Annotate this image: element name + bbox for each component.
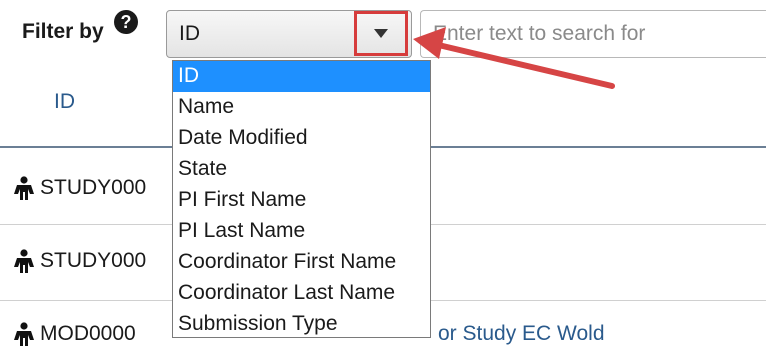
dropdown-option[interactable]: Coordinator Last Name (173, 278, 430, 309)
caret-down-icon (374, 29, 388, 38)
dropdown-toggle-button[interactable] (354, 11, 408, 56)
dropdown-option[interactable]: Coordinator First Name (173, 247, 430, 278)
dropdown-option[interactable]: Submission Type (173, 309, 430, 337)
dropdown-option[interactable]: ID (173, 61, 430, 92)
dropdown-option[interactable]: Name (173, 92, 430, 123)
help-icon[interactable]: ? (114, 10, 138, 34)
row-id: STUDY000 (40, 249, 147, 272)
filter-select-value: ID (179, 22, 200, 45)
table-row[interactable]: MOD0000 (14, 322, 136, 346)
dropdown-option[interactable]: PI Last Name (173, 216, 430, 247)
filter-by-label: Filter by (22, 20, 104, 43)
filter-options-list[interactable]: ID Name Date Modified State PI First Name PI … (172, 60, 431, 338)
dropdown-option[interactable]: PI First Name (173, 185, 430, 216)
row-id: MOD0000 (40, 322, 136, 345)
person-icon (14, 322, 34, 346)
row-id: STUDY000 (40, 176, 147, 199)
table-row[interactable]: STUDY000 (14, 249, 147, 274)
search-input[interactable] (420, 10, 766, 58)
column-header-id[interactable]: ID (54, 90, 75, 114)
person-icon (14, 249, 34, 274)
row-name-link[interactable]: or Study EC Wold (438, 322, 605, 346)
table-row[interactable]: STUDY000 (14, 176, 147, 201)
person-icon (14, 176, 34, 201)
dropdown-option[interactable]: Date Modified (173, 123, 430, 154)
dropdown-option[interactable]: State (173, 154, 430, 185)
